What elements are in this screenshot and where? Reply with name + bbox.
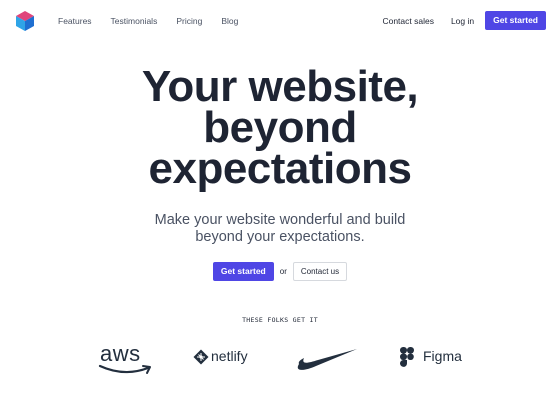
nike-swoosh-icon: [297, 349, 357, 370]
hero-title-line3: expectations: [148, 144, 412, 193]
nav-link-testimonials[interactable]: Testimonials: [111, 16, 158, 26]
nav-link-features[interactable]: Features: [58, 16, 92, 26]
contact-sales-link[interactable]: Contact sales: [382, 16, 434, 26]
or-text: or: [279, 267, 287, 276]
figma-icon: [400, 347, 414, 367]
cube-icon[interactable]: [14, 10, 36, 32]
top-nav: Features Testimonials Pricing Blog Conta…: [0, 0, 560, 42]
nav-actions: Contact sales Log in Get started: [382, 11, 546, 30]
netlify-diamond-icon: [193, 349, 209, 365]
nav-link-blog[interactable]: Blog: [221, 16, 238, 26]
social-proof-heading: THESE FOLKS GET IT: [242, 316, 318, 324]
contact-us-button[interactable]: Contact us: [292, 262, 348, 281]
login-link[interactable]: Log in: [451, 16, 474, 26]
customer-logos: [0, 340, 560, 380]
hero-subtitle-line2: beyond your expectations.: [195, 229, 365, 245]
nav-get-started-button[interactable]: Get started: [485, 11, 546, 30]
hero-subtitle: Make your website wonderful and build be…: [0, 212, 560, 246]
hero-title: Your website, beyond expectations: [0, 65, 560, 191]
nav-link-pricing[interactable]: Pricing: [176, 16, 202, 26]
aws-smile-icon: [98, 364, 151, 374]
hero-cta-row: Get started or Contact us: [0, 262, 560, 281]
hero-subtitle-line1: Make your website wonderful and build: [154, 212, 406, 228]
netlify-logo-text: netlify: [211, 348, 248, 364]
figma-logo-text: Figma: [423, 348, 462, 364]
nav-links: Features Testimonials Pricing Blog: [58, 16, 257, 26]
hero-get-started-button[interactable]: Get started: [212, 262, 274, 281]
